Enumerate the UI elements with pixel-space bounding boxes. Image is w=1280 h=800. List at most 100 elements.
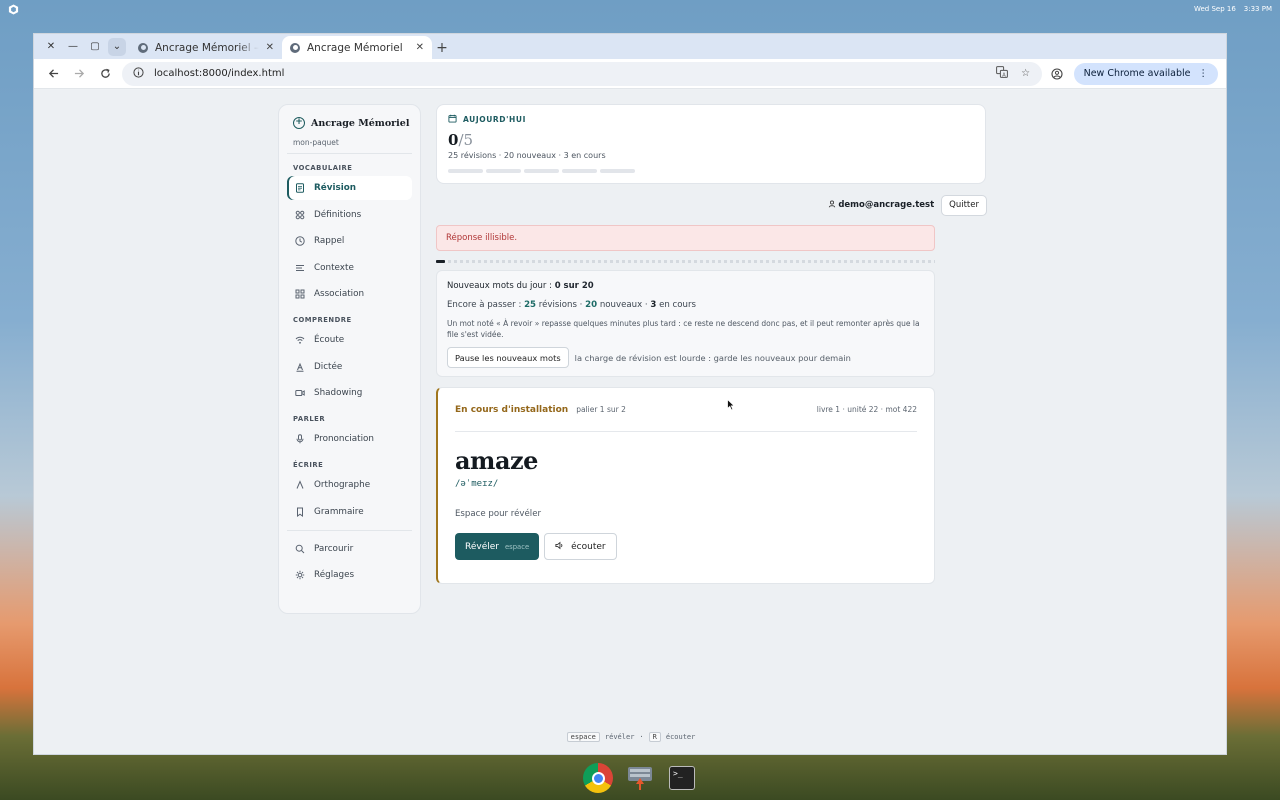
profile-icon[interactable] bbox=[1046, 63, 1068, 85]
keyboard-hints: espace révéler · R écouter bbox=[34, 732, 1226, 742]
new-tab-plus-icon[interactable]: + bbox=[432, 36, 452, 59]
pause-hint: la charge de révision est lourde : garde… bbox=[574, 352, 851, 363]
new-words-value: 0 sur 20 bbox=[554, 281, 594, 291]
hint-listen: écouter bbox=[665, 733, 696, 741]
translate-icon[interactable]: A bbox=[994, 66, 1010, 81]
speaker-icon bbox=[555, 541, 564, 553]
system-time: 3:33 PM bbox=[1243, 5, 1272, 13]
kebab-menu-icon: ⋮ bbox=[1198, 68, 1209, 79]
today-summary: 25 révisions · 20 nouveaux · 3 en cours bbox=[448, 151, 606, 160]
brand-name: Ancrage Mémoriel bbox=[311, 117, 410, 129]
error-banner: Réponse illisible. bbox=[436, 225, 935, 251]
learning-tier: palier 1 sur 2 bbox=[576, 405, 626, 414]
sidebar-item-label: Rappel bbox=[314, 236, 345, 246]
system-clock[interactable]: Wed Sep 16 3:33 PM bbox=[1194, 5, 1272, 13]
sidebar-item-revision[interactable]: Révision bbox=[287, 176, 412, 200]
sidebar-item-rappel[interactable]: Rappel bbox=[287, 229, 412, 253]
brand[interactable]: + Ancrage Mémoriel bbox=[287, 117, 412, 129]
reveal-button[interactable]: Révéler espace bbox=[455, 533, 540, 560]
system-top-bar: Wed Sep 16 3:33 PM bbox=[0, 0, 1280, 18]
daily-info-panel: Nouveaux mots du jour : 0 sur 20 Encore … bbox=[436, 270, 935, 377]
user-email-text: demo@ancrage.test bbox=[838, 200, 935, 210]
system-date: Wed Sep 16 bbox=[1193, 5, 1236, 13]
tab-close-icon[interactable]: ✕ bbox=[266, 42, 274, 53]
sidebar-item-parcourir[interactable]: Parcourir bbox=[287, 537, 412, 561]
new-count: 20 bbox=[585, 300, 598, 310]
forward-arrow-icon[interactable] bbox=[68, 63, 90, 85]
anchor-plus-icon: + bbox=[293, 117, 305, 129]
os-logo-icon[interactable] bbox=[8, 3, 19, 15]
sidebar-item-label: Réglages bbox=[314, 570, 355, 580]
today-progress-segment bbox=[524, 169, 559, 173]
reveal-button-label: Révéler bbox=[465, 541, 499, 552]
tab-title: Ancrage Mémoriel — le bbox=[155, 41, 259, 54]
today-progress-segment bbox=[448, 169, 483, 173]
caret-a-icon bbox=[295, 480, 305, 490]
chrome-update-button[interactable]: New Chrome available ⋮ bbox=[1073, 62, 1218, 85]
today-total: /5 bbox=[458, 131, 474, 149]
sidebar-item-definitions[interactable]: Définitions bbox=[287, 203, 412, 227]
bookmark-star-icon[interactable]: ☆ bbox=[1018, 68, 1034, 79]
sidebar-item-orthographe[interactable]: Orthographe bbox=[287, 473, 412, 497]
sidebar-item-label: Écoute bbox=[314, 335, 345, 345]
minimize-window-icon[interactable]: — bbox=[64, 38, 82, 56]
terminal-app-icon[interactable]: >_ bbox=[667, 763, 697, 793]
tab-search-chevron-icon[interactable]: ⌄ bbox=[108, 37, 126, 56]
letter-a-icon bbox=[295, 362, 305, 372]
hint-reveal: révéler bbox=[604, 733, 635, 741]
calendar-icon bbox=[448, 114, 457, 125]
kbd-space: espace bbox=[566, 732, 600, 742]
link-grid-icon bbox=[295, 289, 305, 299]
svg-text:A: A bbox=[1002, 72, 1006, 78]
kbd-r: R bbox=[648, 732, 661, 742]
new-words-line: Nouveaux mots du jour : 0 sur 20 bbox=[447, 281, 924, 291]
today-progress-segment bbox=[486, 169, 521, 173]
sidebar-item-ecoute[interactable]: Écoute bbox=[287, 328, 412, 352]
chrome-app-icon[interactable] bbox=[583, 763, 613, 793]
session-progress-bar bbox=[436, 260, 935, 263]
url-text[interactable]: localhost:8000/index.html bbox=[154, 68, 986, 79]
sidebar-item-label: Prononciation bbox=[314, 434, 375, 444]
sidebar-item-reglages[interactable]: Réglages bbox=[287, 563, 412, 587]
listen-button[interactable]: écouter bbox=[544, 533, 617, 560]
file-transfer-app-icon[interactable] bbox=[625, 763, 655, 793]
sidebar-item-label: Shadowing bbox=[314, 388, 363, 398]
sidebar-item-label: Contexte bbox=[314, 262, 354, 273]
flashcard-actions: Révéler espace écouter bbox=[455, 533, 917, 560]
sidebar: + Ancrage Mémoriel mon-paquet VOCABULAIR… bbox=[278, 104, 421, 614]
sidebar-item-prononciation[interactable]: Prononciation bbox=[287, 427, 412, 451]
sidebar-item-grammaire[interactable]: Grammaire bbox=[287, 500, 412, 524]
reviews-label: révisions · bbox=[536, 300, 586, 310]
address-bar[interactable]: localhost:8000/index.html A ☆ bbox=[122, 61, 1042, 86]
today-card: AUJOURD'HUI 0/5 25 révisions · 20 nouvea… bbox=[436, 104, 986, 184]
learning-status: En cours d'installation bbox=[455, 404, 569, 415]
site-info-icon[interactable] bbox=[130, 66, 146, 81]
pause-new-words-button[interactable]: Pause les nouveaux mots bbox=[447, 347, 569, 368]
today-progress-segment bbox=[600, 169, 635, 173]
gear-icon bbox=[295, 570, 305, 580]
window-controls: ✕ — ▢ ⌄ bbox=[38, 34, 130, 59]
new-words-label: Nouveaux mots du jour : bbox=[447, 281, 555, 291]
sidebar-item-contexte[interactable]: Contexte bbox=[287, 256, 412, 280]
learning-label: en cours bbox=[656, 300, 696, 310]
flashcard-word: amaze bbox=[455, 446, 538, 475]
tab-active[interactable]: Ancrage Mémoriel ✕ bbox=[282, 36, 432, 59]
flashcard: En cours d'installation palier 1 sur 2 l… bbox=[436, 387, 935, 584]
close-window-icon[interactable]: ✕ bbox=[42, 38, 60, 56]
session-progress-fill bbox=[436, 260, 445, 263]
section-comprendre: COMPRENDRE bbox=[293, 316, 352, 324]
sidebar-item-label: Association bbox=[314, 289, 365, 299]
page-content: + Ancrage Mémoriel mon-paquet VOCABULAIR… bbox=[34, 90, 1226, 754]
tab-inactive[interactable]: Ancrage Mémoriel — le ✕ bbox=[130, 36, 282, 59]
maximize-window-icon[interactable]: ▢ bbox=[86, 38, 104, 56]
sidebar-item-association[interactable]: Association bbox=[287, 282, 412, 306]
remaining-line: Encore à passer : 25 révisions · 20 nouv… bbox=[447, 300, 924, 310]
signal-icon bbox=[295, 335, 305, 345]
back-arrow-icon[interactable] bbox=[42, 63, 64, 85]
sidebar-item-label: Orthographe bbox=[314, 480, 371, 490]
reload-icon[interactable] bbox=[94, 63, 116, 85]
sidebar-item-shadowing[interactable]: Shadowing bbox=[287, 381, 412, 405]
tab-close-icon[interactable]: ✕ bbox=[416, 42, 424, 53]
sidebar-item-dictee[interactable]: Dictée bbox=[287, 355, 412, 379]
logout-button[interactable]: Quitter bbox=[941, 194, 987, 216]
